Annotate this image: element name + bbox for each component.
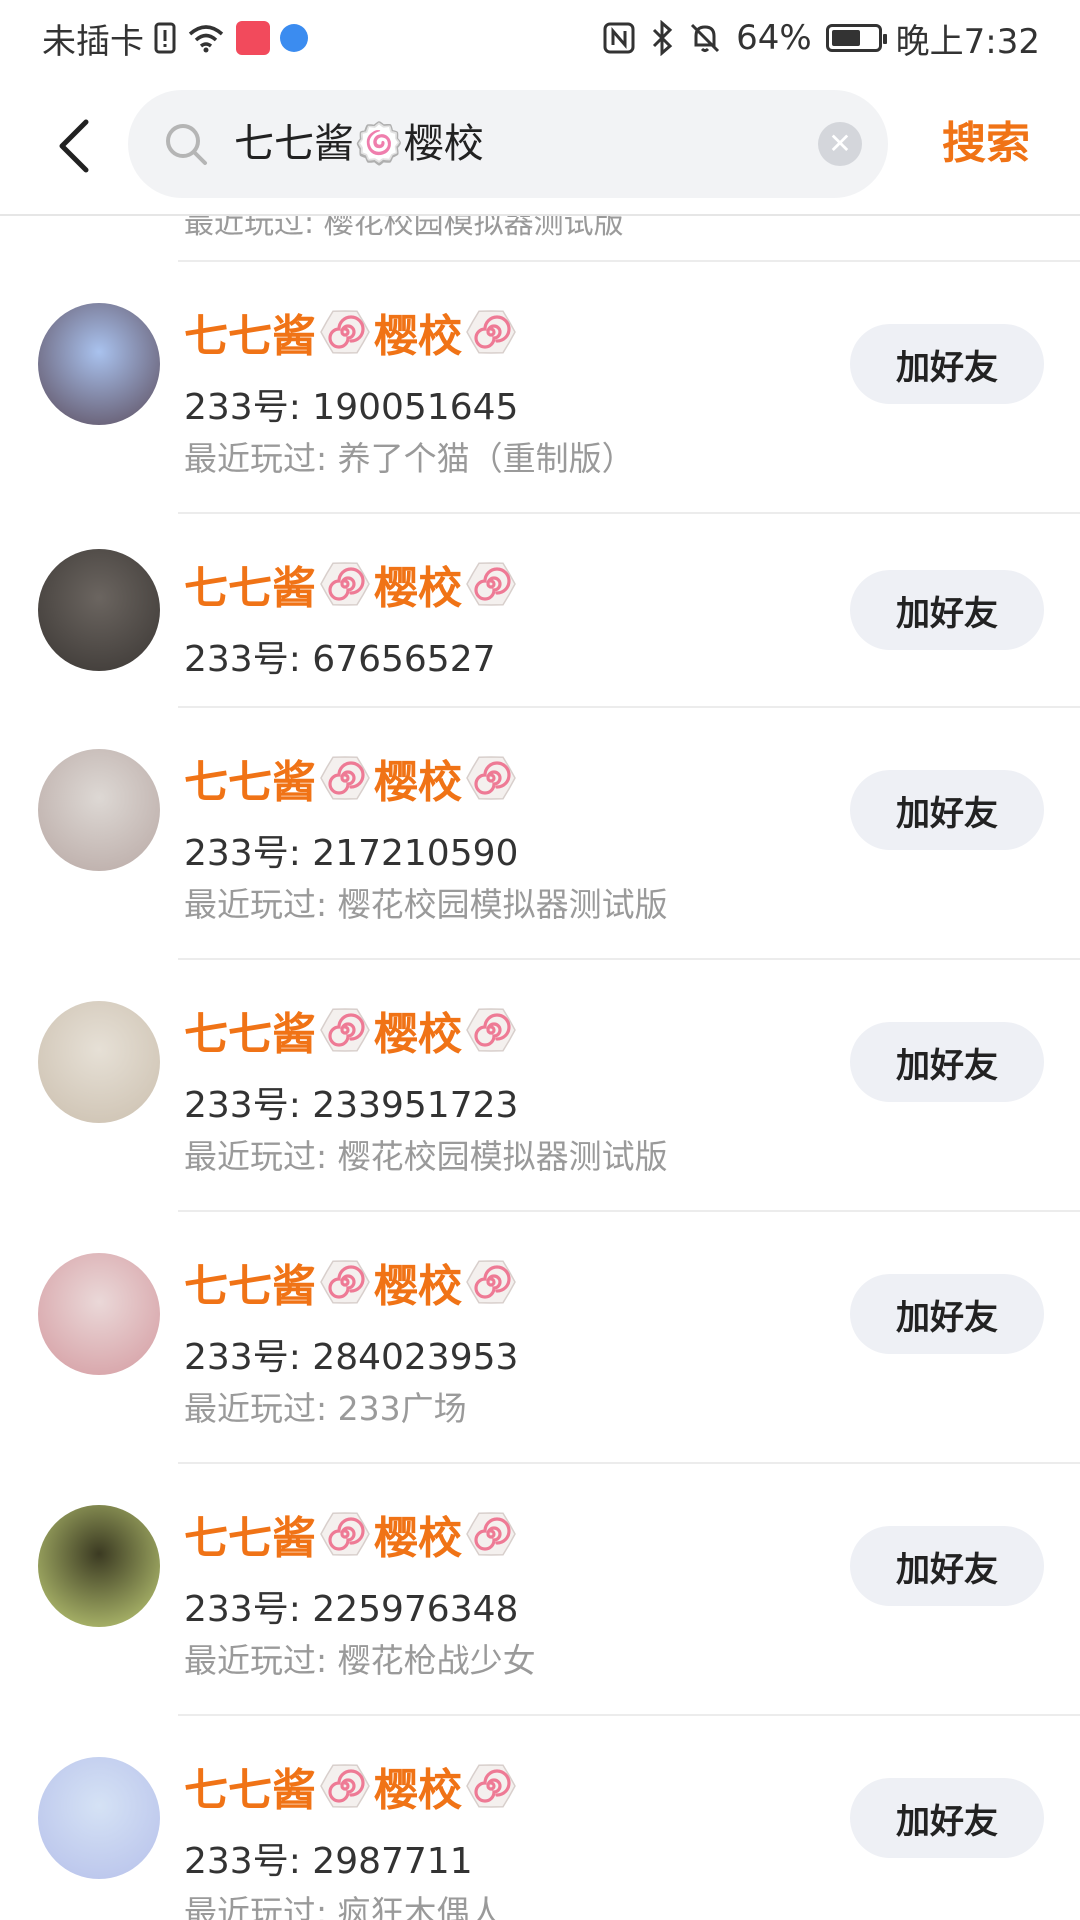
narutomaki-icon [466,562,516,606]
user-name-part: 七七酱 [184,757,316,808]
close-icon: ✕ [828,127,852,160]
battery-level [831,30,860,46]
user-name-part: 七七酱 [184,1261,316,1312]
list-item[interactable]: 七七酱 樱校 233号: 2987711 最近玩过: 疯狂木偶人 加好友 [0,1716,1080,1920]
user-id: 233号: 233951723 [184,1085,519,1126]
battery-icon [825,24,887,52]
avatar[interactable] [38,749,160,871]
search-button[interactable]: 搜索 [942,76,1030,212]
user-name-part: 樱校 [374,563,462,614]
user-name-part: 七七酱 [184,563,316,614]
search-input[interactable]: 七七酱🍥樱校 ✕ [128,90,888,198]
user-name: 七七酱 樱校 [184,552,520,616]
narutomaki-icon [320,1260,370,1304]
list-item[interactable]: 七七酱 樱校 233号: 217210590 最近玩过: 樱花校园模拟器测试版 加好友 [0,708,1080,960]
status-right: 64% 晚上7:32 [602,14,1040,63]
bluetooth-icon [653,20,673,56]
user-name: 七七酱 樱校 [184,300,520,364]
user-id: 233号: 190051645 [184,387,519,428]
narutomaki-icon [320,1512,370,1556]
user-name-part: 樱校 [374,1765,462,1816]
search-results-list: 最近玩过: 樱花校园模拟器测试版 七七酱 樱校 233号: 190051645 最近玩… [0,216,1080,1920]
wifi-icon [188,25,224,53]
avatar[interactable] [38,1757,160,1879]
app-notification-icon-2 [280,24,308,52]
recent-played-text: 最近玩过: 樱花校园模拟器测试版 [184,216,624,241]
user-id: 233号: 217210590 [184,833,519,874]
user-id: 233号: 67656527 [184,639,496,680]
battery-percent: 64% [736,18,812,58]
back-arrow-icon [59,119,89,173]
user-id: 233号: 284023953 [184,1337,519,1378]
user-name: 七七酱 樱校 [184,1502,520,1566]
narutomaki-icon [466,756,516,800]
add-friend-button[interactable]: 加好友 [850,1022,1044,1102]
narutomaki-icon [466,310,516,354]
search-header: 七七酱🍥樱校 ✕ 搜索 [0,76,1080,216]
add-friend-button[interactable]: 加好友 [850,1778,1044,1858]
narutomaki-icon [320,1764,370,1808]
user-name: 七七酱 樱校 [184,1754,520,1818]
avatar[interactable] [38,1253,160,1375]
status-left: 未插卡 [42,14,308,63]
recent-played-text: 最近玩过: 233广场 [184,1389,467,1428]
recent-played-text: 最近玩过: 樱花校园模拟器测试版 [184,1137,668,1176]
avatar[interactable] [38,1505,160,1627]
user-name-part: 樱校 [374,1009,462,1060]
back-button[interactable] [44,114,104,178]
list-item[interactable]: 七七酱 樱校 233号: 190051645 最近玩过: 养了个猫（重制版） 加好友 [0,262,1080,514]
narutomaki-icon [466,1260,516,1304]
status-bar: 未插卡 64% 晚上7:32 [0,0,1080,76]
user-name-part: 七七酱 [184,1009,316,1060]
narutomaki-icon [320,310,370,354]
avatar[interactable] [38,549,160,671]
list-item[interactable]: 七七酱 樱校 233号: 225976348 最近玩过: 樱花枪战少女 加好友 [0,1464,1080,1716]
list-item[interactable]: 七七酱 樱校 233号: 67656527 加好友 [0,514,1080,708]
recent-played-text: 最近玩过: 樱花校园模拟器测试版 [184,885,668,924]
app-notification-icon [236,21,270,55]
list-item-partial: 最近玩过: 樱花校园模拟器测试版 [178,216,1080,262]
narutomaki-icon [320,1008,370,1052]
add-friend-button[interactable]: 加好友 [850,770,1044,850]
avatar[interactable] [38,1001,160,1123]
clear-search-button[interactable]: ✕ [818,122,862,166]
add-friend-button[interactable]: 加好友 [850,1274,1044,1354]
user-name-part: 七七酱 [184,1513,316,1564]
nfc-icon [603,22,635,54]
narutomaki-icon [466,1008,516,1052]
add-friend-button[interactable]: 加好友 [850,1526,1044,1606]
user-id: 233号: 225976348 [184,1589,519,1630]
user-name-part: 樱校 [374,1513,462,1564]
recent-played-text: 最近玩过: 樱花枪战少女 [184,1641,536,1680]
user-name: 七七酱 樱校 [184,998,520,1062]
add-friend-button[interactable]: 加好友 [850,324,1044,404]
user-name-part: 七七酱 [184,1765,316,1816]
user-id: 233号: 2987711 [184,1841,473,1882]
narutomaki-icon [320,756,370,800]
user-name-part: 樱校 [374,757,462,808]
clock: 晚上7:32 [895,21,1040,62]
list-item[interactable]: 七七酱 樱校 233号: 284023953 最近玩过: 233广场 加好友 [0,1212,1080,1464]
user-name: 七七酱 樱校 [184,1250,520,1314]
add-friend-button[interactable]: 加好友 [850,570,1044,650]
carrier-text: 未插卡 [42,21,144,62]
user-name-part: 樱校 [374,311,462,362]
recent-played-text: 最近玩过: 养了个猫（重制版） [184,439,635,478]
recent-played-text: 最近玩过: 疯狂木偶人 [184,1893,503,1920]
search-query-text: 七七酱🍥樱校 [234,121,484,167]
search-icon [166,124,207,165]
sim-alert-icon [154,22,176,54]
narutomaki-icon [466,1512,516,1556]
user-name: 七七酱 樱校 [184,746,520,810]
user-name-part: 樱校 [374,1261,462,1312]
narutomaki-icon [466,1764,516,1808]
narutomaki-icon [320,562,370,606]
avatar[interactable] [38,303,160,425]
list-item[interactable]: 七七酱 樱校 233号: 233951723 最近玩过: 樱花校园模拟器测试版 加好友 [0,960,1080,1212]
bell-muted-icon [691,23,720,53]
user-name-part: 七七酱 [184,311,316,362]
